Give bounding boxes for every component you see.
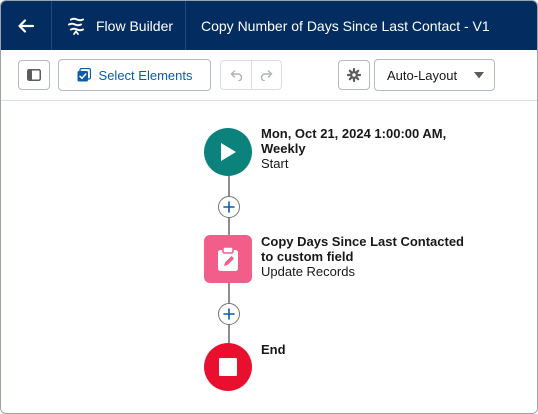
- caret-down-icon: [474, 72, 484, 79]
- checkbox-multi-icon: [77, 68, 91, 82]
- update-records-node-type: Update Records: [261, 264, 355, 279]
- clipboard-edit-icon: [218, 246, 238, 271]
- start-node-title: Mon, Oct 21, 2024 1:00:00 AM, Weekly: [261, 126, 447, 156]
- flow-title: Copy Number of Days Since Last Contact -…: [201, 17, 490, 34]
- add-element-button[interactable]: [218, 196, 240, 218]
- undo-button[interactable]: [220, 60, 251, 90]
- end-node-title: End: [261, 342, 286, 357]
- update-records-node-title: Copy Days Since Last Contacted to custom…: [261, 234, 464, 264]
- toggle-panel-button[interactable]: [18, 60, 50, 90]
- arrow-left-icon: [18, 18, 35, 33]
- flow-canvas: Mon, Oct 21, 2024 1:00:00 AM, Weekly Sta…: [1, 101, 537, 413]
- toolbar: Select Elements Auto-Layout: [1, 50, 537, 101]
- app-name: Flow Builder: [96, 17, 174, 34]
- redo-button[interactable]: [251, 60, 282, 90]
- end-node[interactable]: [204, 343, 252, 391]
- flow-icon: [68, 17, 84, 35]
- layout-value: Auto-Layout: [387, 67, 458, 83]
- settings-button[interactable]: [338, 60, 370, 90]
- select-elements-label: Select Elements: [98, 67, 193, 83]
- select-elements-button[interactable]: Select Elements: [58, 59, 211, 91]
- update-records-node-label[interactable]: Copy Days Since Last Contacted to custom…: [261, 234, 464, 279]
- play-icon: [221, 143, 236, 161]
- start-node[interactable]: [204, 128, 252, 176]
- gear-icon: [347, 68, 361, 82]
- flow-builder-window: Flow Builder Copy Number of Days Since L…: [0, 0, 538, 414]
- plus-icon: [223, 308, 235, 320]
- panel-toggle-icon: [27, 69, 41, 81]
- app-header: Flow Builder Copy Number of Days Since L…: [1, 1, 537, 50]
- back-button[interactable]: [1, 1, 52, 50]
- layout-select[interactable]: Auto-Layout: [374, 59, 495, 91]
- undo-icon: [230, 70, 243, 81]
- update-records-node[interactable]: [204, 235, 252, 283]
- end-node-label: End: [261, 342, 286, 357]
- app-launcher[interactable]: Flow Builder: [52, 1, 186, 50]
- redo-icon: [260, 70, 273, 81]
- add-element-button[interactable]: [218, 303, 240, 325]
- plus-icon: [223, 201, 235, 213]
- start-node-type: Start: [261, 156, 289, 171]
- stop-icon: [219, 358, 237, 376]
- start-node-label[interactable]: Mon, Oct 21, 2024 1:00:00 AM, Weekly Sta…: [261, 126, 446, 171]
